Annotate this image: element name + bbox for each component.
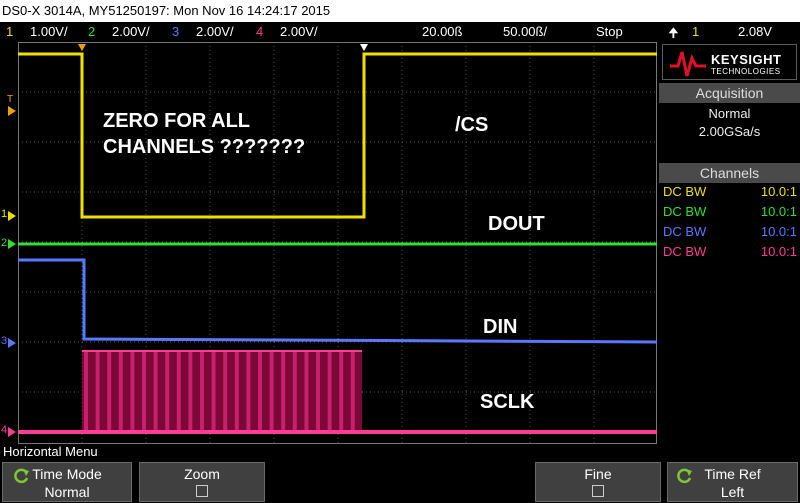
sclk-pulse: [269, 351, 274, 431]
sclk-pulse: [153, 351, 158, 431]
fine-title: Fine: [584, 466, 612, 482]
brand-name: KEYSIGHT: [711, 52, 782, 67]
ch3-scale[interactable]: 2.00V/: [196, 24, 234, 39]
sclk-pulse: [200, 351, 204, 431]
time-mode-title: Time Mode: [32, 466, 102, 482]
ch3-number[interactable]: 3: [172, 24, 179, 39]
brand-subtitle: TECHNOLOGIES: [711, 67, 781, 76]
fine-checkbox[interactable]: [592, 485, 604, 497]
annotation-cs: /CS: [455, 114, 489, 136]
time-mode-value: Normal: [44, 484, 90, 500]
timebase-value[interactable]: 20.00ß: [422, 24, 462, 39]
sclk-pulse: [211, 351, 216, 431]
time-ref-marker: [360, 44, 368, 51]
ch2-number[interactable]: 2: [88, 24, 95, 39]
ch3-trace-din: [18, 258, 658, 344]
sclk-pulse: [165, 351, 170, 431]
acquisition-header[interactable]: Acquisition: [659, 83, 800, 103]
channel-row-4[interactable]: DC BW 10.0:1: [663, 242, 797, 262]
sclk-pulse: [95, 351, 100, 431]
time-ref-title: Time Ref: [704, 466, 761, 482]
ch1-scale[interactable]: 1.00V/: [30, 24, 68, 39]
sclk-pulse: [188, 351, 193, 431]
ch3-ground-arrow-icon: [8, 338, 16, 348]
ch4-probe: 10.0:1: [760, 244, 797, 259]
zoom-softkey[interactable]: Zoom: [139, 462, 265, 502]
sclk-pulse: [107, 351, 112, 431]
keysight-wave-icon: [670, 51, 706, 77]
ch3-ground-marker[interactable]: 3: [1, 335, 7, 347]
annotation-din: DIN: [483, 316, 518, 338]
time-mode-softkey[interactable]: Time Mode Normal: [2, 462, 132, 502]
ch1-number[interactable]: 1: [6, 24, 13, 39]
acquisition-rate: 2.00GSa/s: [698, 124, 761, 139]
brand-logo: KEYSIGHT TECHNOLOGIES: [662, 44, 797, 80]
ch2-scale[interactable]: 2.00V/: [112, 24, 150, 39]
trigger-level-arrow-icon: [8, 106, 16, 116]
trigger-source[interactable]: 1: [692, 24, 699, 39]
sclk-pulse: [350, 351, 355, 431]
ch4-ground-marker[interactable]: 4: [1, 424, 7, 436]
ch4-ground-arrow-icon: [8, 427, 16, 437]
ch2-coupling: DC BW: [663, 204, 707, 219]
ch2-ground-marker[interactable]: 2: [1, 237, 7, 249]
sclk-pulse: [234, 351, 239, 431]
sclk-pulse: [246, 351, 251, 431]
menu-title: Horizontal Menu: [0, 444, 800, 460]
trigger-level-marker[interactable]: T: [7, 94, 13, 105]
channel-row-2[interactable]: DC BW 10.0:1: [663, 202, 797, 222]
window-title: DS0-X 3014A, MY51250197: Mon Nov 16 14:2…: [0, 0, 800, 22]
ch1-coupling: DC BW: [663, 184, 707, 199]
ch4-scale[interactable]: 2.00V/: [280, 24, 318, 39]
time-ref-value: Left: [720, 484, 745, 500]
ch3-probe: 10.0:1: [760, 224, 797, 239]
ch1-probe: 10.0:1: [760, 184, 797, 199]
sclk-pulse: [118, 351, 123, 431]
sclk-pulse: [281, 351, 286, 431]
side-panel: KEYSIGHT TECHNOLOGIES Acquisition Normal…: [659, 42, 800, 444]
ch4-number[interactable]: 4: [256, 24, 263, 39]
annotation-zero-note: ZERO FOR ALL CHANNELS ???????: [103, 110, 306, 158]
channel-row-3[interactable]: DC BW 10.0:1: [663, 222, 797, 242]
fine-softkey[interactable]: Fine: [535, 462, 661, 502]
status-bar: 1 1.00V/ 2 2.00V/ 3 2.00V/ 4 2.00V/ 20.0…: [0, 22, 800, 42]
trigger-position-marker[interactable]: [78, 44, 86, 51]
waveform-grid: [18, 42, 658, 444]
ch2-probe: 10.0:1: [760, 204, 797, 219]
trigger-level[interactable]: 2.08V: [738, 24, 772, 39]
ch4-trace-sclk: [18, 350, 657, 434]
delay-value[interactable]: 50.00ß/: [503, 24, 547, 39]
annotation-dout: DOUT: [488, 213, 545, 235]
acquisition-mode: Normal: [708, 106, 751, 121]
sclk-pulse: [176, 351, 181, 431]
ch4-coupling: DC BW: [663, 244, 707, 259]
zoom-checkbox[interactable]: [196, 485, 208, 497]
sclk-pulse: [84, 351, 88, 431]
sclk-pulse: [142, 351, 146, 431]
ch3-coupling: DC BW: [663, 224, 707, 239]
channels-header[interactable]: Channels: [659, 163, 800, 183]
sclk-pulse: [130, 351, 135, 431]
time-ref-softkey[interactable]: Time Ref Left: [667, 462, 798, 502]
sclk-pulse: [292, 351, 297, 431]
ch2-ground-arrow-icon: [8, 239, 16, 249]
zoom-title: Zoom: [184, 466, 220, 482]
sclk-pulse: [316, 351, 320, 431]
annotation-sclk: SCLK: [480, 391, 535, 413]
ch1-ground-arrow-icon: [8, 211, 16, 221]
waveform-display[interactable]: [18, 42, 658, 444]
sclk-pulse: [258, 351, 262, 431]
ch1-ground-marker[interactable]: 1: [1, 208, 7, 220]
sclk-pulse: [304, 351, 309, 431]
sclk-pulse: [339, 351, 344, 431]
sclk-pulse: [223, 351, 228, 431]
sclk-pulse: [327, 351, 332, 431]
run-state: Stop: [596, 24, 623, 39]
channel-row-1[interactable]: DC BW 10.0:1: [663, 182, 797, 202]
